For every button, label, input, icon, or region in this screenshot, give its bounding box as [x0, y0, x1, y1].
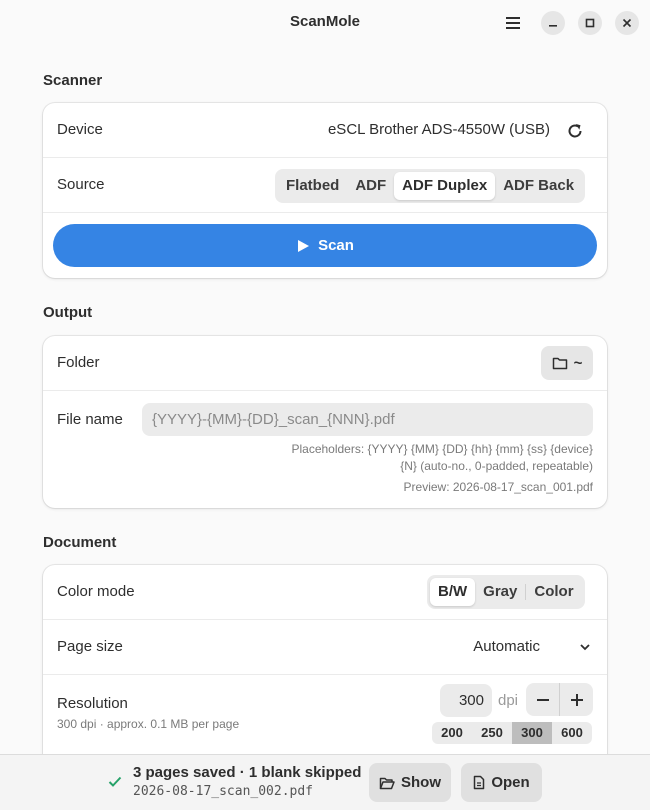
document-card: Color mode B/W Gray Color Page size Auto…: [43, 565, 607, 765]
page-size-row[interactable]: Page size Automatic: [43, 620, 607, 675]
color-mode-row: Color mode B/W Gray Color: [43, 565, 607, 620]
resolution-subtitle: 300 dpi · approx. 0.1 MB per page: [57, 717, 240, 731]
open-button[interactable]: Open: [461, 763, 542, 802]
color-option-color[interactable]: Color: [526, 578, 581, 606]
scan-button[interactable]: Scan: [53, 224, 597, 267]
open-button-label: Open: [491, 774, 530, 791]
main-menu-button[interactable]: [499, 9, 527, 37]
folder-icon: [552, 357, 567, 370]
placeholders-hint-line1: Placeholders: {YYYY} {MM} {DD} {hh} {mm}…: [291, 442, 593, 456]
resolution-presets: 200 250 300 600: [432, 722, 592, 744]
show-button[interactable]: Show: [369, 763, 451, 802]
source-option-adf-duplex[interactable]: ADF Duplex: [394, 172, 496, 200]
device-label: Device: [57, 121, 103, 138]
scanner-card: Device eSCL Brother ADS-4550W (USB) Sour…: [43, 103, 607, 278]
page-size-label: Page size: [57, 638, 123, 655]
status-filename: 2026-08-17_scan_002.pdf: [133, 784, 314, 799]
scan-button-label: Scan: [318, 237, 354, 254]
folder-chooser-button[interactable]: ~: [541, 346, 593, 380]
minus-icon: [536, 698, 549, 701]
placeholders-hint-line2: {N} (auto-no., 0-padded, repeatable): [400, 459, 593, 473]
hamburger-menu-icon: [506, 17, 520, 29]
preset-200[interactable]: 200: [432, 722, 472, 744]
resolution-input[interactable]: 300: [440, 684, 492, 717]
increase-resolution-button[interactable]: [560, 683, 593, 716]
document-section-title: Document: [43, 534, 117, 551]
color-option-gray[interactable]: Gray: [475, 578, 525, 606]
color-option-bw[interactable]: B/W: [430, 578, 476, 606]
preset-300[interactable]: 300: [512, 722, 552, 744]
scanner-section-title: Scanner: [43, 72, 103, 89]
close-button[interactable]: [615, 11, 639, 35]
source-option-adf[interactable]: ADF: [347, 172, 394, 200]
color-mode-label: Color mode: [57, 583, 135, 600]
source-option-flatbed[interactable]: Flatbed: [278, 172, 347, 200]
output-card: Folder ~ File name Placeholders: {YYYY} …: [43, 336, 607, 508]
show-button-label: Show: [401, 774, 441, 791]
resolution-unit: dpi: [498, 692, 519, 709]
folder-label: Folder: [57, 354, 100, 371]
filename-input[interactable]: [142, 403, 593, 436]
folder-row: Folder ~: [43, 336, 607, 391]
resolution-stepper: [526, 683, 593, 716]
maximize-button[interactable]: [578, 11, 602, 35]
refresh-icon: [568, 124, 582, 138]
resolution-label: Resolution: [57, 695, 128, 712]
maximize-icon: [585, 18, 595, 28]
title-bar: ScanMole: [0, 0, 650, 46]
source-selector: Flatbed ADF ADF Duplex ADF Back: [275, 169, 586, 203]
preset-600[interactable]: 600: [552, 722, 592, 744]
close-icon: [622, 18, 632, 28]
refresh-devices-button[interactable]: [563, 119, 587, 143]
status-bar: 3 pages saved · 1 blank skipped 2026-08-…: [0, 754, 650, 810]
minimize-icon: [549, 25, 557, 27]
source-option-adf-back[interactable]: ADF Back: [495, 172, 582, 200]
output-section-title: Output: [43, 304, 93, 321]
status-message: 3 pages saved · 1 blank skipped: [133, 764, 362, 781]
checkmark-icon: [108, 776, 122, 787]
filename-preview: Preview: 2026-08-17_scan_001.pdf: [403, 480, 593, 494]
source-row: Source Flatbed ADF ADF Duplex ADF Back: [43, 158, 607, 213]
filename-label: File name: [57, 411, 123, 428]
filename-row: File name Placeholders: {YYYY} {MM} {DD}…: [43, 391, 607, 508]
device-value: eSCL Brother ADS-4550W (USB): [327, 121, 550, 138]
page-size-value[interactable]: Automatic: [473, 638, 540, 655]
preset-250[interactable]: 250: [472, 722, 512, 744]
play-icon: [298, 239, 310, 252]
folder-value: ~: [573, 354, 583, 372]
device-row: Device eSCL Brother ADS-4550W (USB): [43, 103, 607, 158]
document-icon: [474, 775, 485, 790]
folder-open-icon: [379, 777, 395, 789]
chevron-down-icon[interactable]: [579, 641, 591, 653]
decrease-resolution-button[interactable]: [526, 683, 560, 716]
plus-icon: [570, 693, 583, 706]
color-mode-selector: B/W Gray Color: [427, 575, 585, 609]
minimize-button[interactable]: [541, 11, 565, 35]
resolution-row: Resolution 300 dpi · approx. 0.1 MB per …: [43, 675, 607, 765]
source-label: Source: [57, 176, 105, 193]
